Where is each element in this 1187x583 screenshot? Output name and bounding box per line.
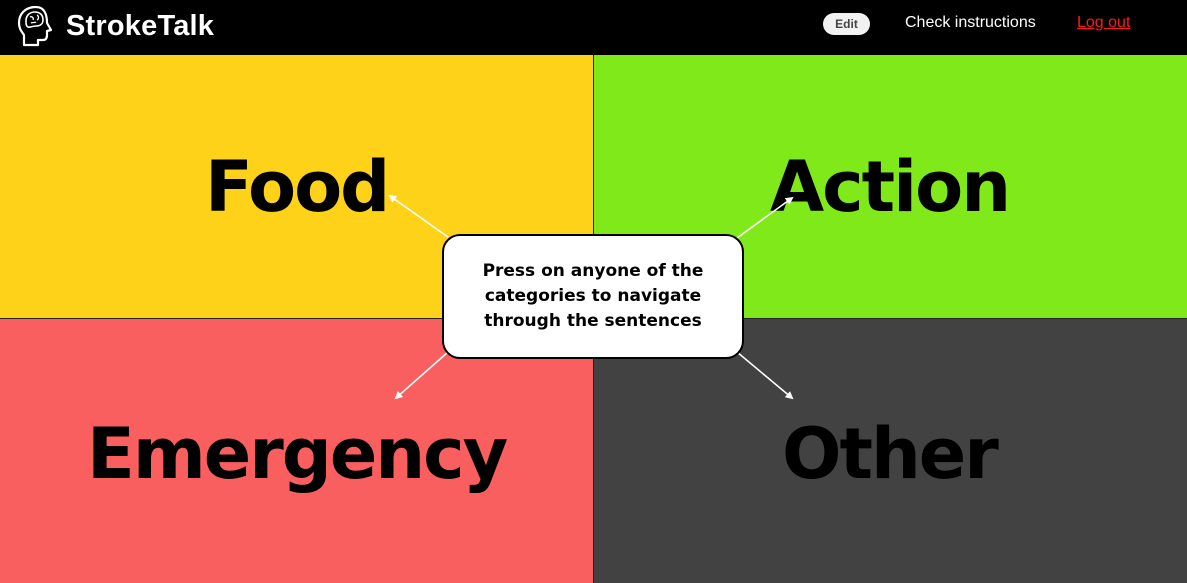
top-navbar: StrokeTalk Edit Check instructions Log o… (0, 0, 1187, 55)
edit-button[interactable]: Edit (823, 13, 870, 35)
instruction-box: Press on anyone of the categories to nav… (442, 234, 744, 359)
category-label-emergency: Emergency (87, 413, 508, 495)
instruction-text: Press on anyone of the categories to nav… (482, 261, 704, 331)
brand-title[interactable]: StrokeTalk (66, 8, 214, 44)
category-label-food: Food (205, 146, 390, 228)
logout-link[interactable]: Log out (1077, 12, 1130, 34)
head-brain-icon (17, 5, 53, 47)
category-label-action: Action (770, 146, 1011, 228)
check-instructions-link[interactable]: Check instructions (905, 12, 1036, 34)
category-label-other: Other (782, 413, 999, 495)
